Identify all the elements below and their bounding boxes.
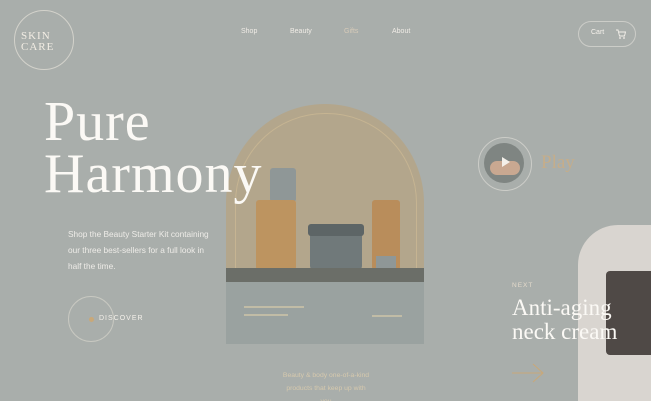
nav-item-gifts[interactable]: Gifts [344, 28, 358, 35]
shelf [226, 268, 424, 282]
jar-lid [308, 224, 364, 236]
dot-icon [89, 317, 94, 322]
play-label[interactable]: Play [541, 152, 575, 174]
next-label: NEXT [512, 282, 534, 289]
cart-button[interactable]: Cart [578, 21, 636, 47]
nav-item-beauty[interactable]: Beauty [290, 28, 312, 35]
bottle-cap [270, 168, 296, 202]
pedestal [226, 282, 424, 344]
nav-item-shop[interactable]: Shop [241, 28, 257, 35]
next-product-title[interactable]: Anti-aging neck cream [512, 296, 617, 344]
main-nav: Shop Beauty Gifts About [0, 28, 651, 40]
video-thumbnail[interactable] [484, 143, 524, 183]
cart-label: Cart [591, 29, 605, 36]
hero-description: Shop the Beauty Starter Kit containing o… [68, 229, 209, 271]
pedestal-line [372, 315, 402, 317]
discover-button[interactable]: DISCOVER [68, 296, 143, 342]
hero-title-line-1: Pure [44, 91, 151, 153]
logo[interactable]: SKIN CARE [14, 10, 74, 70]
pedestal-line [244, 314, 288, 316]
logo-line-2: CARE [21, 41, 55, 53]
page: SKIN CARE Shop Beauty Gifts About Cart B… [0, 0, 651, 401]
hero-title: Pure Harmony [44, 91, 263, 205]
arrow-right-icon[interactable] [511, 362, 545, 384]
next-title-line-2: neck cream [512, 319, 618, 344]
next-title-line-1: Anti-aging [512, 295, 612, 320]
nav-item-about[interactable]: About [392, 28, 410, 35]
hero-title-line-2: Harmony [44, 143, 263, 205]
product-caption: Beauty & body one-of-a-kind products tha… [282, 372, 370, 401]
pedestal-line [244, 306, 304, 308]
play-icon [502, 157, 510, 167]
discover-label: DISCOVER [99, 315, 144, 322]
cart-icon [616, 29, 627, 39]
product-bottle[interactable] [256, 200, 296, 270]
